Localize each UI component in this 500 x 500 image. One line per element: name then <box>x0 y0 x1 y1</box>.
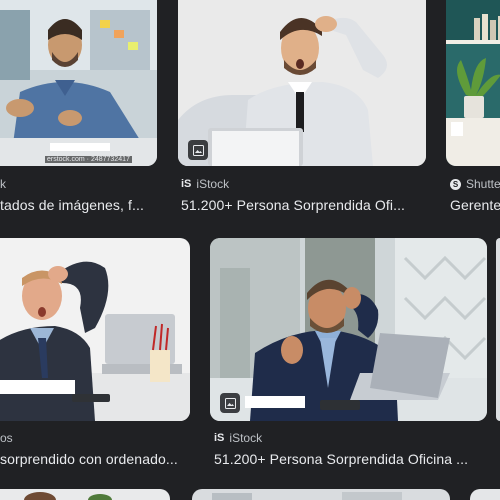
result-photo-preview <box>212 492 402 500</box>
result-card-7[interactable] <box>0 489 170 500</box>
stressed-businessman-photo <box>210 238 487 421</box>
surprised-man-photo <box>178 0 426 166</box>
result-photo-preview <box>24 492 112 500</box>
result-source: os <box>0 431 13 445</box>
image-results-grid: erstock.com · 2487732417 k tados de imág… <box>0 0 500 500</box>
result-source: iS iStock <box>214 431 262 445</box>
result-title[interactable]: sorprendido con ordenado... <box>0 451 190 467</box>
result-source: iS iStock <box>181 177 229 191</box>
result-card-3[interactable]: S Shutte Gerente <box>446 0 500 220</box>
result-title[interactable]: 51.200+ Persona Sorprendida Ofi... <box>181 197 426 213</box>
surprised-businessman-photo <box>0 238 190 421</box>
shutterstock-logo-icon: S <box>450 178 461 190</box>
result-title[interactable]: 51.200+ Persona Sorprendida Oficina ... <box>214 451 487 467</box>
office-man-photo <box>0 0 157 166</box>
result-thumbnail[interactable] <box>0 238 190 421</box>
result-thumbnail[interactable] <box>496 238 500 421</box>
result-thumbnail[interactable] <box>470 489 500 500</box>
result-thumbnail[interactable] <box>178 0 426 166</box>
result-card-1[interactable]: erstock.com · 2487732417 k tados de imág… <box>0 0 157 220</box>
result-thumbnail[interactable]: erstock.com · 2487732417 <box>0 0 157 166</box>
result-card-4[interactable]: os sorprendido con ordenado... <box>0 238 190 470</box>
result-card-9[interactable] <box>470 489 500 500</box>
office-plant-photo <box>446 0 500 166</box>
result-card-5[interactable]: iS iStock 51.200+ Persona Sorprendida Of… <box>210 238 487 470</box>
result-card-6[interactable] <box>496 238 500 421</box>
istock-logo-icon: iS <box>214 432 225 444</box>
result-title[interactable]: Gerente <box>450 197 500 213</box>
result-title[interactable]: tados de imágenes, f... <box>0 197 157 213</box>
image-icon <box>220 393 240 413</box>
result-source-name: os <box>0 431 13 445</box>
image-icon <box>188 140 208 160</box>
image-watermark: erstock.com · 2487732417 <box>45 156 132 163</box>
result-thumbnail[interactable] <box>210 238 487 421</box>
result-source-name: Shutte <box>466 177 500 191</box>
result-source-name: iStock <box>229 431 263 445</box>
result-source: k <box>0 177 6 191</box>
result-thumbnail[interactable] <box>446 0 500 166</box>
result-card-2[interactable]: iS iStock 51.200+ Persona Sorprendida Of… <box>178 0 426 220</box>
result-source-name: iStock <box>196 177 230 191</box>
result-source-name: k <box>0 177 6 191</box>
result-thumbnail[interactable] <box>0 489 170 500</box>
result-card-8[interactable] <box>192 489 450 500</box>
result-thumbnail[interactable] <box>192 489 450 500</box>
result-source: S Shutte <box>450 177 500 191</box>
istock-logo-icon: iS <box>181 178 192 190</box>
